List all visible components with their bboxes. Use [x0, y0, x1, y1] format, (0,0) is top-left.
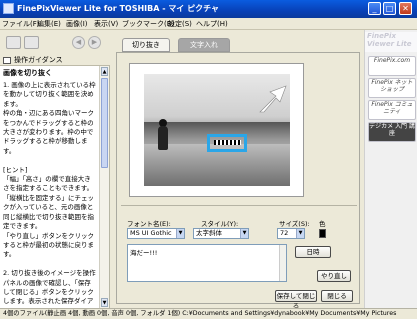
- guidance-scrollbar[interactable]: ▲ ▼: [99, 66, 109, 308]
- chevron-down-icon: ▼: [240, 229, 248, 238]
- link-finepix-com[interactable]: FinePix.com: [368, 56, 416, 76]
- tab-text-insert[interactable]: 文字入れ: [178, 38, 230, 52]
- color-swatch[interactable]: [319, 229, 326, 238]
- menu-edit[interactable]: 編集(E): [37, 19, 61, 29]
- back-icon[interactable]: ◀: [72, 36, 85, 49]
- menu-bookmark[interactable]: ブックマーク(B): [122, 19, 174, 29]
- text-options: フォント名(E): MS UI Gothic ▼ スタイル(Y): 太字斜体 ▼…: [121, 205, 357, 310]
- thumbnail-view-icon[interactable]: [24, 36, 39, 49]
- style-select[interactable]: 太字斜体 ▼: [193, 228, 249, 239]
- minimize-button[interactable]: _: [368, 2, 381, 15]
- size-value: 72: [280, 229, 289, 237]
- scroll-thumb[interactable]: [101, 78, 108, 168]
- window-title: FinePixViewer Lite for TOSHIBA - マイ ピクチャ: [17, 4, 220, 13]
- tab-content: フォント名(E): MS UI Gothic ▼ スタイル(Y): 太字斜体 ▼…: [116, 52, 360, 310]
- text-input-scrollbar[interactable]: [279, 245, 286, 281]
- color-label: 色: [319, 220, 326, 228]
- chevron-down-icon: ▼: [296, 229, 304, 238]
- left-toolbar: ◀ ▶: [0, 30, 110, 55]
- menu-view[interactable]: 表示(V): [94, 19, 118, 29]
- title-bar: FinePixViewer Lite for TOSHIBA - マイ ピクチャ…: [0, 0, 417, 18]
- link-community[interactable]: FinePix コミュニティ: [368, 100, 416, 120]
- status-bar: 4個のファイル(静止画 4個, 動画 0個, 音声 0個, フォルダ 1個) C…: [0, 308, 417, 319]
- scroll-down-icon[interactable]: ▼: [101, 298, 108, 307]
- beach-photo: [144, 74, 290, 186]
- text-input[interactable]: 海だー!!!: [127, 244, 287, 282]
- save-close-button[interactable]: 保存して閉じる: [275, 290, 317, 310]
- guidance-subtitle: 画像を切り抜く: [3, 69, 52, 77]
- photo-preview-frame: [129, 63, 304, 197]
- forward-icon[interactable]: ▶: [88, 36, 101, 49]
- photo-child: [158, 126, 168, 150]
- placed-text-preview: [214, 140, 241, 145]
- menu-image[interactable]: 画像(I): [66, 19, 88, 29]
- font-label: フォント名(E):: [127, 220, 171, 228]
- app-icon: [3, 3, 14, 14]
- style-label: スタイル(Y):: [201, 220, 239, 228]
- undo-button[interactable]: やり直し: [317, 270, 351, 282]
- white-arrow-icon: [259, 85, 287, 113]
- chevron-down-icon: ▼: [176, 229, 184, 238]
- menu-bar: ファイル(F) 編集(E) 画像(I) 表示(V) ブックマーク(B) 設定(S…: [0, 18, 417, 30]
- guidance-text: 1. 画像の上に表示されている枠を動かして切り抜く範囲を決めます。 枠の角・辺に…: [3, 81, 96, 306]
- size-label: サイズ(S):: [279, 220, 310, 228]
- style-value: 太字斜体: [196, 229, 222, 237]
- size-select[interactable]: 72 ▼: [277, 228, 305, 239]
- text-input-value: 海だー!!!: [130, 249, 158, 257]
- menu-help[interactable]: ヘルプ(H): [196, 19, 228, 29]
- edit-area: 切り抜き 文字入れ フォント名(E): MS UI Gothic ▼ スタイル(…: [110, 30, 364, 310]
- close-window-button[interactable]: ✕: [399, 2, 412, 15]
- right-link-panel: FinePix Viewer Lite FinePix.com FinePix …: [364, 30, 417, 308]
- font-select[interactable]: MS UI Gothic ▼: [127, 228, 185, 239]
- guide-icon: [3, 57, 11, 64]
- text-placement-box[interactable]: [207, 134, 247, 152]
- maximize-button[interactable]: □: [383, 2, 396, 15]
- brand-logo: FinePix Viewer Lite: [365, 32, 417, 52]
- tab-crop[interactable]: 切り抜き: [122, 38, 170, 52]
- guidance-panel: 操作ガイダンス 画像を切り抜く 1. 画像の上に表示されている枠を動かして切り抜…: [0, 55, 110, 308]
- menu-file[interactable]: ファイル(F): [2, 19, 40, 29]
- link-camera-course[interactable]: デジカメ 入門 講座: [368, 122, 416, 142]
- date-button[interactable]: 日時: [295, 246, 331, 258]
- guidance-header: 操作ガイダンス: [0, 55, 110, 66]
- font-value: MS UI Gothic: [130, 229, 172, 237]
- close-button[interactable]: 閉じる: [321, 290, 353, 302]
- link-net-shop[interactable]: FinePix ネットショップ: [368, 78, 416, 98]
- list-view-icon[interactable]: [6, 36, 21, 49]
- guidance-header-label: 操作ガイダンス: [14, 56, 63, 64]
- scroll-up-icon[interactable]: ▲: [101, 67, 108, 76]
- menu-settings[interactable]: 設定(S): [168, 19, 192, 29]
